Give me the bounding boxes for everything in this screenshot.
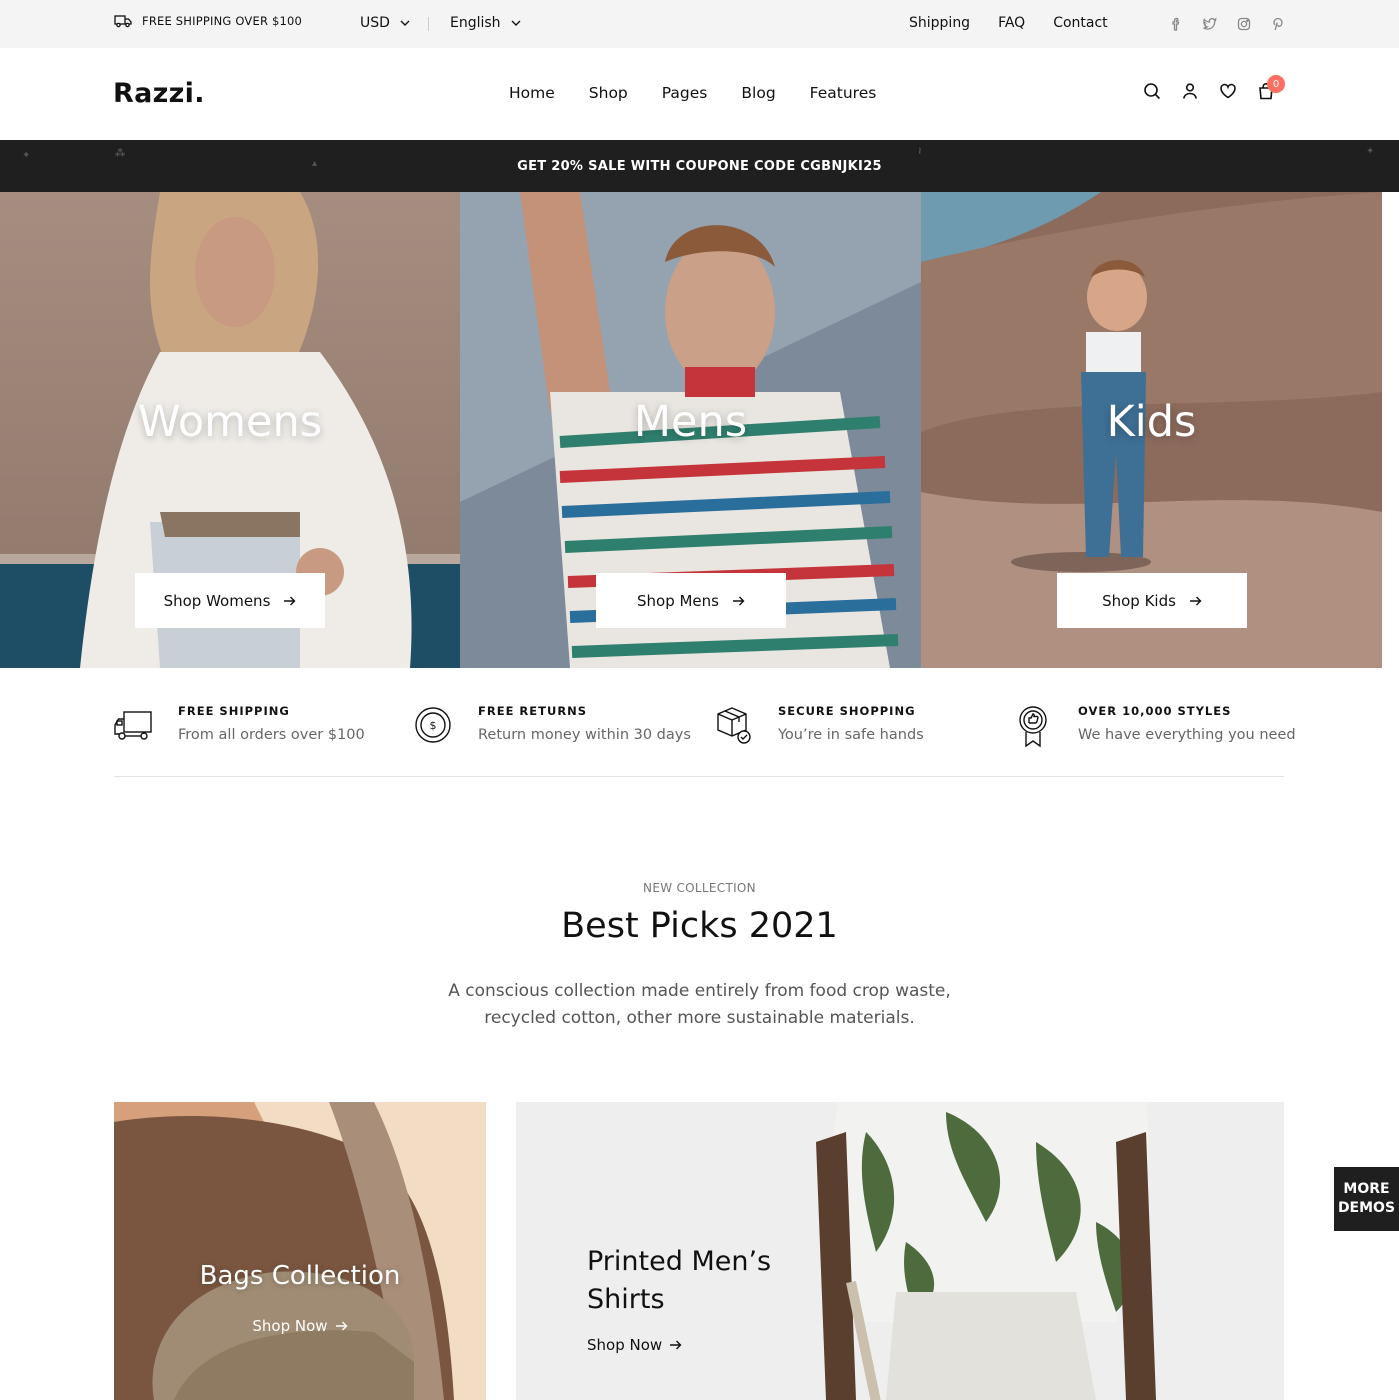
shirts-title-line2: Shirts bbox=[587, 1284, 665, 1315]
nav-item-shop[interactable]: Shop bbox=[589, 84, 628, 102]
feature-subtitle: You’re in safe hands bbox=[778, 727, 924, 743]
more-demos-line2: DEMOS bbox=[1337, 1200, 1396, 1216]
decor-dot: ▴ bbox=[312, 158, 318, 169]
shop-womens-button[interactable]: Shop Womens bbox=[135, 573, 325, 628]
arrow-right-icon bbox=[670, 1340, 682, 1350]
topbar-links: Shipping FAQ Contact bbox=[909, 15, 1136, 31]
header-icons bbox=[1143, 82, 1275, 100]
feature-subtitle: We have everything you need bbox=[1078, 727, 1296, 743]
instagram-icon[interactable] bbox=[1236, 16, 1252, 32]
decor-dot: ⁂ bbox=[115, 148, 126, 159]
arrow-right-icon bbox=[284, 596, 296, 605]
features-divider bbox=[114, 776, 1284, 777]
arrow-right-icon bbox=[733, 596, 745, 605]
pinterest-icon[interactable] bbox=[1270, 16, 1286, 32]
main-nav: Home Shop Pages Blog Features bbox=[509, 84, 910, 102]
topbar-divider bbox=[428, 17, 429, 31]
more-demos-button[interactable]: MORE DEMOS bbox=[1334, 1167, 1399, 1231]
feature-secure-shopping: SECURE SHOPPING You’re in safe hands bbox=[714, 700, 924, 745]
truck-icon bbox=[114, 711, 152, 740]
decor-dot: ✦ bbox=[1366, 146, 1375, 157]
hero-title-mens: Mens bbox=[633, 397, 748, 447]
section-description: A conscious collection made entirely fro… bbox=[448, 981, 951, 1028]
hero-title-kids: Kids bbox=[1106, 397, 1197, 447]
currency-value: USD bbox=[360, 15, 390, 31]
bags-title: Bags Collection bbox=[199, 1261, 401, 1291]
arrow-right-icon bbox=[1189, 596, 1202, 605]
hero-panel-mens[interactable]: Mens Shop Mens bbox=[460, 192, 921, 668]
feature-free-returns: $ FREE RETURNS Return money within 30 da… bbox=[414, 700, 691, 745]
top-bar: FREE SHIPPING OVER $100 USD English Ship… bbox=[0, 0, 1399, 48]
chevron-down-icon bbox=[400, 20, 410, 26]
site-logo[interactable]: Razzi. bbox=[113, 78, 205, 109]
nav-item-features[interactable]: Features bbox=[810, 84, 877, 102]
arrow-right-icon bbox=[335, 1321, 348, 1331]
feature-subtitle: From all orders over $100 bbox=[178, 727, 365, 743]
cart-count-badge: 0 bbox=[1267, 75, 1285, 93]
shirts-shop-now-label: Shop Now bbox=[587, 1336, 663, 1354]
bags-collection-card[interactable]: Bags Collection Shop Now bbox=[114, 1102, 486, 1400]
language-value: English bbox=[450, 15, 501, 31]
feature-title: FREE RETURNS bbox=[478, 704, 588, 718]
feature-subtitle: Return money within 30 days bbox=[478, 727, 691, 743]
facebook-icon[interactable] bbox=[1168, 16, 1184, 32]
contact-link[interactable]: Contact bbox=[1053, 15, 1107, 31]
badge-icon bbox=[1019, 706, 1047, 748]
more-demos-line1: MORE bbox=[1343, 1181, 1390, 1197]
promo-banner: ✦ ⁂ ▴ ≀ ✦ GET 20% SALE WITH COUPONE CODE… bbox=[0, 140, 1399, 192]
search-icon[interactable] bbox=[1143, 82, 1161, 100]
shirts-title-line1: Printed Men’s bbox=[587, 1246, 772, 1277]
user-icon[interactable] bbox=[1181, 82, 1199, 100]
site-header: Razzi. Home Shop Pages Blog Features bbox=[0, 48, 1399, 140]
section-title: Best Picks 2021 bbox=[561, 906, 838, 946]
decor-dot: ✦ bbox=[22, 150, 31, 161]
shipping-link[interactable]: Shipping bbox=[909, 15, 970, 31]
nav-item-pages[interactable]: Pages bbox=[662, 84, 708, 102]
hero-panel-kids[interactable]: Kids Shop Kids bbox=[921, 192, 1382, 668]
bags-shop-now-label: Shop Now bbox=[252, 1317, 328, 1335]
feature-title: OVER 10,000 STYLES bbox=[1078, 704, 1232, 718]
promo-text: GET 20% SALE WITH COUPONE CODE CGBNJKI25 bbox=[517, 158, 882, 174]
nav-item-blog[interactable]: Blog bbox=[741, 84, 775, 102]
printed-shirts-card[interactable]: Printed Men’s Shirts Shop Now bbox=[516, 1102, 1284, 1400]
shop-womens-label: Shop Womens bbox=[163, 591, 271, 610]
feature-title: FREE SHIPPING bbox=[178, 704, 290, 718]
hero-title-womens: Womens bbox=[137, 397, 323, 447]
shop-kids-button[interactable]: Shop Kids bbox=[1057, 573, 1247, 628]
chevron-down-icon bbox=[511, 20, 521, 26]
free-shipping-text: FREE SHIPPING OVER $100 bbox=[142, 14, 303, 28]
heart-icon[interactable] bbox=[1219, 82, 1237, 100]
section-kicker: NEW COLLECTION bbox=[643, 881, 756, 895]
bags-photo bbox=[114, 1102, 486, 1400]
svg-text:$: $ bbox=[430, 719, 437, 732]
hero-panel-womens[interactable]: Womens Shop Womens bbox=[0, 192, 460, 668]
shirts-title: Printed Men’s Shirts bbox=[587, 1243, 771, 1319]
twitter-icon[interactable] bbox=[1202, 16, 1218, 32]
feature-free-shipping: FREE SHIPPING From all orders over $100 bbox=[114, 700, 365, 743]
feature-title: SECURE SHOPPING bbox=[778, 704, 916, 718]
decor-dot: ≀ bbox=[918, 146, 923, 157]
nav-item-home[interactable]: Home bbox=[509, 84, 555, 102]
shirts-shop-now-link[interactable]: Shop Now bbox=[587, 1336, 682, 1354]
language-select[interactable]: English bbox=[450, 15, 521, 31]
coin-icon: $ bbox=[415, 707, 451, 743]
free-shipping-notice: FREE SHIPPING OVER $100 bbox=[114, 14, 302, 28]
box-icon bbox=[717, 707, 751, 744]
shop-mens-button[interactable]: Shop Mens bbox=[596, 573, 786, 628]
social-links bbox=[1168, 16, 1286, 32]
shop-mens-label: Shop Mens bbox=[637, 591, 719, 610]
currency-select[interactable]: USD bbox=[360, 15, 410, 31]
shop-kids-label: Shop Kids bbox=[1102, 591, 1176, 610]
bags-shop-now-link[interactable]: Shop Now bbox=[114, 1317, 486, 1335]
truck-icon bbox=[114, 15, 132, 28]
faq-link[interactable]: FAQ bbox=[998, 15, 1025, 31]
feature-styles: OVER 10,000 STYLES We have everything yo… bbox=[1014, 700, 1296, 748]
